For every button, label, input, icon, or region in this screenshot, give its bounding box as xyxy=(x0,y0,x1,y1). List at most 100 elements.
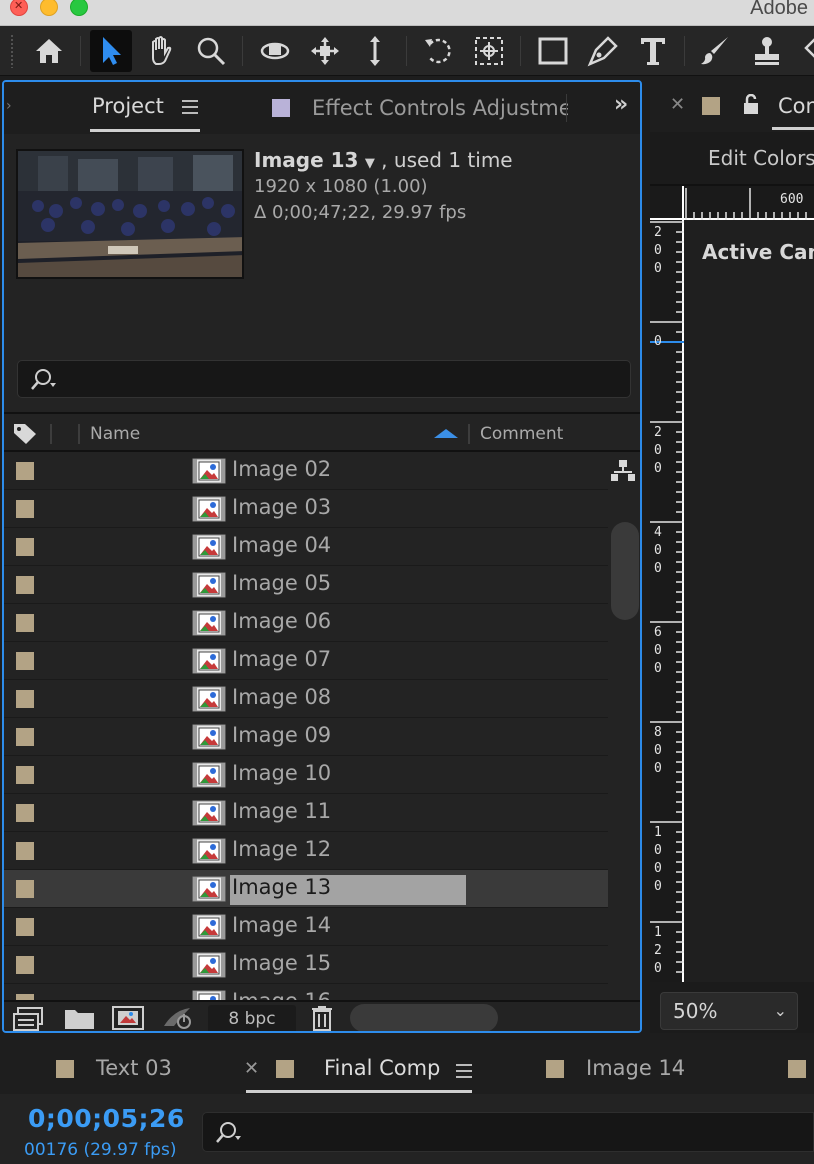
tab-effect-controls[interactable]: Effect Controls Adjustmen xyxy=(312,96,568,120)
tab-final-comp[interactable]: Final Comp xyxy=(324,1056,440,1080)
minimize-window-button[interactable] xyxy=(40,0,58,16)
composition-viewer[interactable]: 600 20020040060080010001200 Active Cam xyxy=(650,186,814,982)
sort-ascending-icon[interactable] xyxy=(434,429,458,438)
rectangle-tool-button[interactable] xyxy=(532,30,574,72)
edit-colors-button[interactable]: Edit Colors xyxy=(708,146,814,170)
home-button[interactable] xyxy=(28,30,70,72)
tab-project[interactable]: Project xyxy=(92,94,164,118)
ruler-label: 600 xyxy=(780,192,804,207)
project-settings-icon[interactable] xyxy=(160,1004,196,1032)
label-color-swatch[interactable] xyxy=(16,880,34,898)
hand-tool-button[interactable] xyxy=(140,30,182,72)
rotation-tool-button[interactable] xyxy=(418,30,460,72)
preview-item-name[interactable]: Image 13 xyxy=(254,148,358,172)
brush-tool-button[interactable] xyxy=(694,30,736,72)
rectangle-tool-icon xyxy=(538,37,568,65)
list-item-name: Image 10 xyxy=(232,761,332,785)
image-footage-icon xyxy=(192,876,226,902)
list-item[interactable]: Image 04 xyxy=(4,528,608,566)
project-horizontal-scrollbar[interactable] xyxy=(350,1004,498,1031)
current-time-display[interactable]: 0;00;05;26 xyxy=(28,1104,185,1133)
image-footage-icon xyxy=(192,534,226,560)
toolbar-grip[interactable] xyxy=(10,34,15,68)
new-composition-icon[interactable] xyxy=(110,1004,146,1032)
list-item[interactable]: Image 14 xyxy=(4,908,608,946)
tab-composition[interactable]: Con xyxy=(778,94,814,118)
label-color-swatch[interactable] xyxy=(16,576,34,594)
panel-menu-icon[interactable] xyxy=(182,100,198,114)
label-color-swatch[interactable] xyxy=(16,462,34,480)
flowchart-icon[interactable] xyxy=(610,458,636,484)
eraser-button[interactable] xyxy=(796,30,814,72)
tab-overflow-left-icon[interactable]: › xyxy=(6,98,12,114)
list-item[interactable]: Image 08 xyxy=(4,680,608,718)
zoom-window-button[interactable] xyxy=(70,0,88,16)
tab-overflow-right-icon[interactable]: » xyxy=(614,92,628,117)
list-item[interactable]: Image 03 xyxy=(4,490,608,528)
list-item[interactable]: Image 09 xyxy=(4,718,608,756)
list-item[interactable]: Image 16 xyxy=(4,984,608,1000)
orbit-camera-button[interactable] xyxy=(254,30,296,72)
list-item-name: Image 13 xyxy=(230,875,466,905)
list-item[interactable]: Image 02 xyxy=(4,452,608,490)
label-color-swatch[interactable] xyxy=(16,918,34,936)
label-color-swatch[interactable] xyxy=(16,842,34,860)
label-color-swatch[interactable] xyxy=(16,652,34,670)
pen-tool-button[interactable] xyxy=(582,30,624,72)
bit-depth-button[interactable]: 8 bpc xyxy=(208,1005,296,1031)
trash-icon[interactable] xyxy=(304,1004,340,1032)
label-color-swatch[interactable] xyxy=(16,538,34,556)
list-item[interactable]: Image 11 xyxy=(4,794,608,832)
pan-behind-icon xyxy=(475,37,503,65)
interpret-footage-icon[interactable] xyxy=(10,1004,46,1032)
close-icon[interactable]: ✕ xyxy=(244,1058,259,1079)
selection-tool-button[interactable] xyxy=(90,30,132,72)
label-color-swatch[interactable] xyxy=(16,766,34,784)
label-color-swatch[interactable] xyxy=(16,500,34,518)
list-item[interactable]: Image 05 xyxy=(4,566,608,604)
label-tag-icon[interactable] xyxy=(12,421,38,445)
label-color-swatch[interactable] xyxy=(16,728,34,746)
ruler-label: 1000 xyxy=(654,825,662,894)
lock-icon[interactable] xyxy=(742,94,760,116)
list-item[interactable]: Image 13 xyxy=(4,870,608,908)
list-item[interactable]: Image 06 xyxy=(4,604,608,642)
column-header-name[interactable]: Name xyxy=(90,424,140,444)
frame-count-display: 00176 (29.97 fps) xyxy=(24,1140,177,1160)
selection-tool-icon xyxy=(103,37,121,65)
clone-stamp-button[interactable] xyxy=(746,30,788,72)
project-list-scrollbar[interactable] xyxy=(611,522,639,620)
close-window-button[interactable] xyxy=(10,0,28,16)
image-footage-icon xyxy=(192,990,226,1000)
tab-image-14[interactable]: Image 14 xyxy=(586,1056,685,1080)
zoom-tool-button[interactable] xyxy=(190,30,232,72)
label-color-swatch[interactable] xyxy=(16,690,34,708)
list-item[interactable]: Image 12 xyxy=(4,832,608,870)
image-footage-icon xyxy=(192,610,226,636)
pan-behind-button[interactable] xyxy=(468,30,510,72)
chevron-down-icon[interactable]: ▼ xyxy=(365,156,375,171)
close-icon[interactable]: ✕ xyxy=(670,94,685,115)
type-tool-button[interactable] xyxy=(632,30,674,72)
tab-text-03[interactable]: Text 03 xyxy=(96,1056,172,1080)
list-item[interactable]: Image 15 xyxy=(4,946,608,984)
overflow-tab-swatch[interactable] xyxy=(788,1060,806,1078)
ruler-origin[interactable] xyxy=(650,186,684,220)
dolly-camera-button[interactable] xyxy=(354,30,396,72)
label-color-swatch[interactable] xyxy=(16,614,34,632)
ruler-label: 200 xyxy=(654,425,662,476)
label-color-swatch[interactable] xyxy=(16,956,34,974)
list-item[interactable]: Image 10 xyxy=(4,756,608,794)
horizontal-ruler[interactable]: 600 xyxy=(684,186,814,220)
list-item-name: Image 06 xyxy=(232,609,332,633)
list-item[interactable]: Image 07 xyxy=(4,642,608,680)
column-header-comment[interactable]: Comment xyxy=(480,424,563,444)
project-search-input[interactable] xyxy=(17,360,631,398)
magnification-dropdown[interactable]: 50% ⌄ xyxy=(660,992,798,1030)
label-color-swatch[interactable] xyxy=(16,804,34,822)
panel-menu-icon[interactable] xyxy=(456,1064,472,1078)
vertical-ruler[interactable]: 200 200 400 600 800 1000 120 0 xyxy=(650,220,684,982)
new-folder-icon[interactable] xyxy=(62,1004,98,1032)
pan-camera-button[interactable] xyxy=(304,30,346,72)
timeline-search-input[interactable] xyxy=(202,1112,814,1152)
